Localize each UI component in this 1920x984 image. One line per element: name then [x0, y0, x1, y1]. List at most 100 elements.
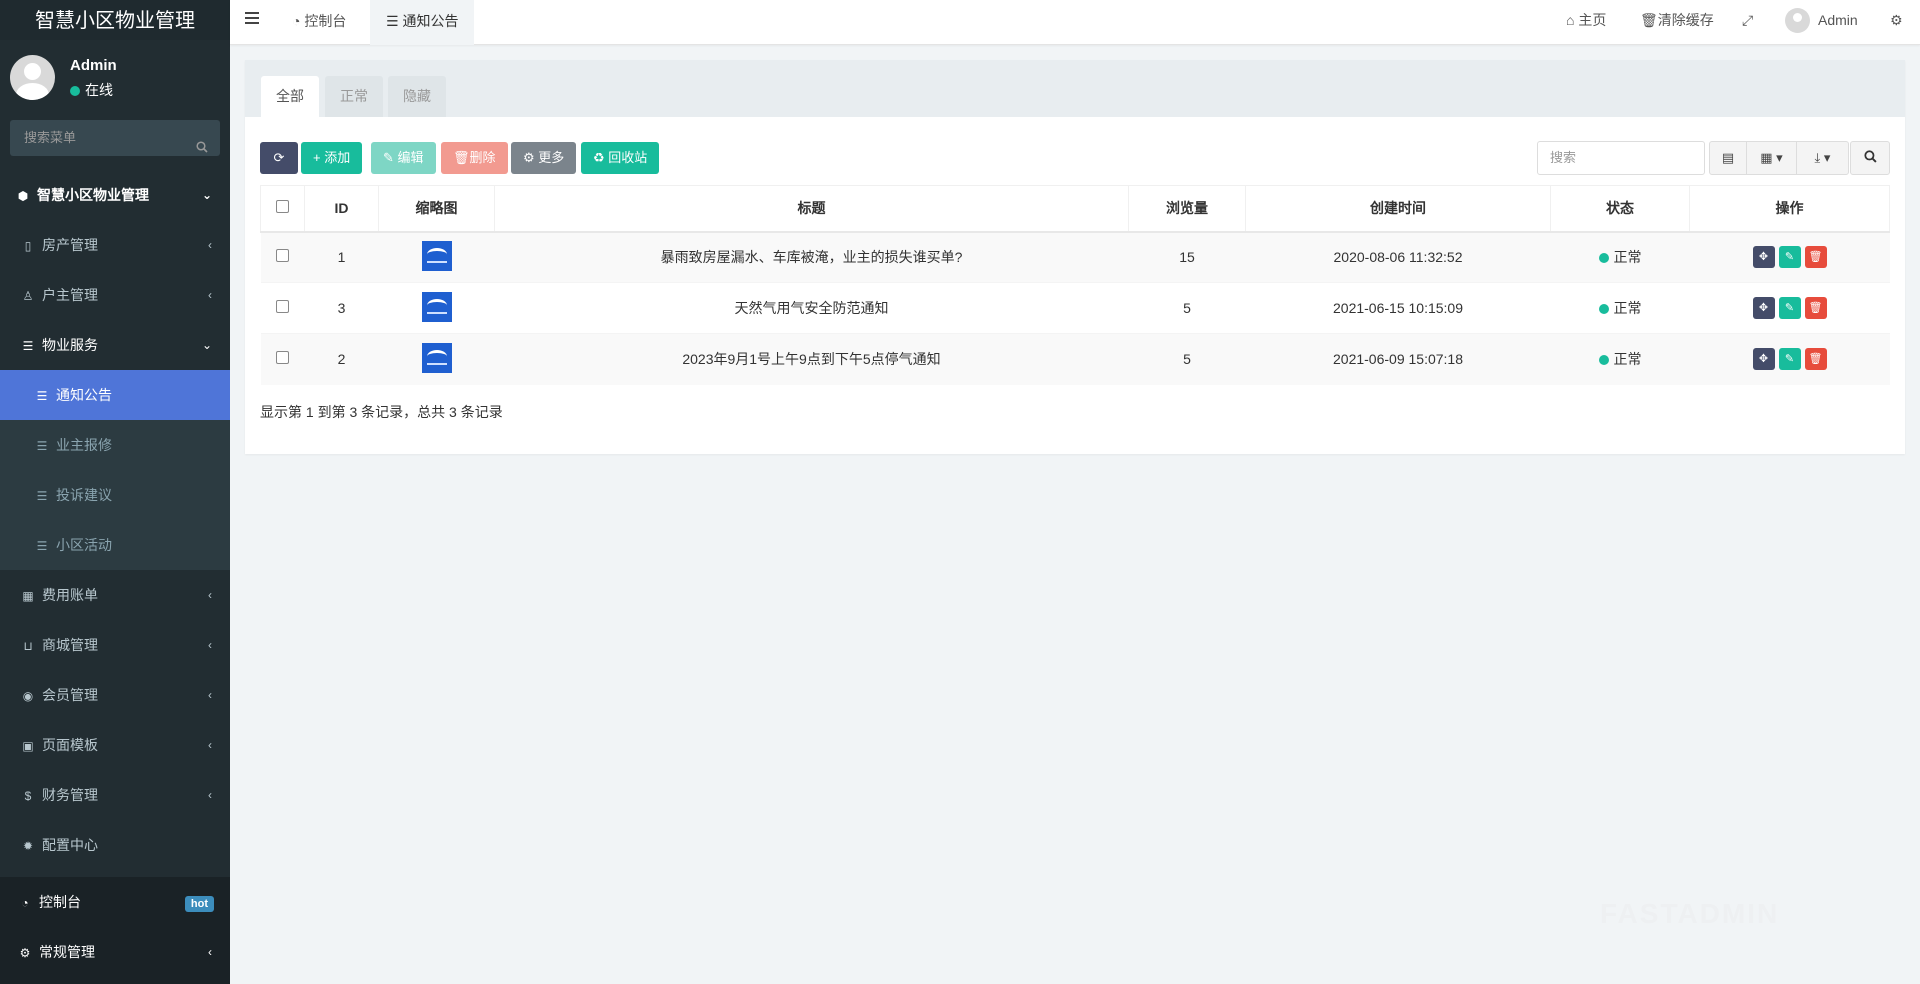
list-icon: ☰	[36, 389, 48, 403]
cogs-icon: ⚙	[19, 946, 31, 960]
row-checkbox[interactable]	[276, 351, 289, 365]
fullscreen-icon[interactable]: ⤢	[1742, 0, 1753, 42]
row-views: 5	[1128, 333, 1246, 385]
refresh-icon: ⟳	[273, 150, 285, 165]
sidebar-item-config[interactable]: ✹ 配置中心	[0, 820, 230, 870]
cogs-icon[interactable]: ⚙	[1890, 0, 1903, 42]
status-dot-icon	[1598, 304, 1609, 314]
gear-icon: ✹	[22, 839, 34, 853]
row-views: 5	[1128, 282, 1246, 334]
tab-dashboard[interactable]: ◔ 控制台	[276, 0, 362, 45]
delete-button[interactable]: 🗑删除	[441, 142, 508, 174]
recycle-icon: ♻	[593, 150, 609, 165]
thumbnail-image[interactable]	[421, 291, 452, 322]
col-title: 标题	[494, 185, 1129, 233]
row-status: 正常	[1550, 333, 1690, 385]
row-status: 正常	[1550, 231, 1690, 283]
chevron-left-icon: ‹	[208, 738, 212, 752]
row-delete-button[interactable]: 🗑	[1804, 297, 1827, 319]
row-edit-button[interactable]: ✎	[1778, 348, 1801, 371]
user-panel: Admin 在线	[0, 40, 230, 118]
hot-badge: hot	[184, 896, 214, 912]
export-button[interactable]: ⤓ ▾	[1797, 142, 1848, 174]
row-views: 15	[1128, 231, 1246, 283]
row-delete-button[interactable]: 🗑	[1804, 246, 1827, 269]
sidebar-item-owner[interactable]: ♙ 户主管理 ‹	[0, 270, 230, 320]
tab-hidden[interactable]: 隐藏	[388, 76, 446, 117]
list-icon: ☰	[36, 489, 48, 503]
sidebar-item-shop[interactable]: ⊔ 商城管理 ‹	[0, 620, 230, 670]
sidebar-item-property[interactable]: ▯ 房产管理 ‹	[0, 220, 230, 270]
columns-button[interactable]: ▦ ▾	[1747, 142, 1797, 174]
row-id: 1	[304, 231, 379, 283]
toggle-view-button[interactable]: ▤	[1710, 142, 1747, 174]
sidebar-item-service[interactable]: ☰ 物业服务 ⌄	[0, 320, 230, 370]
tab-all[interactable]: 全部	[261, 76, 319, 117]
col-id[interactable]: ID	[304, 185, 379, 233]
more-button[interactable]: ⚙ 更多	[511, 142, 577, 174]
row-select-cell	[260, 231, 305, 283]
tab-notice[interactable]: ☰ 通知公告	[370, 0, 475, 45]
trash-icon: 🗑	[453, 150, 470, 165]
thumbnail-image[interactable]	[421, 240, 452, 271]
watermark-logo: FASTADMIN	[1600, 898, 1780, 929]
row-checkbox[interactable]	[276, 300, 289, 313]
list-icon: ☰	[36, 439, 48, 453]
select-all-checkbox[interactable]	[276, 200, 289, 214]
recycle-button[interactable]: ♻ 回收站	[581, 142, 660, 174]
drag-sort-button[interactable]: ✥	[1752, 246, 1775, 269]
row-checkbox[interactable]	[276, 249, 289, 263]
row-thumb-cell	[378, 282, 495, 334]
table-search-input[interactable]: 搜索	[1537, 141, 1705, 175]
top-user-menu[interactable]: Admin	[1785, 0, 1858, 42]
table-row[interactable]: 2 2023年9月1号上午9点到下午5点停气通知 5 2021-06-09 15…	[260, 333, 1890, 385]
sidebar-item-template[interactable]: ▣ 页面模板 ‹	[0, 720, 230, 770]
top-avatar	[1785, 8, 1810, 33]
sidebar-item-complaint[interactable]: ☰ 投诉建议	[0, 470, 230, 520]
chevron-left-icon: ‹	[208, 688, 212, 702]
row-title: 天然气用气安全防范通知	[494, 282, 1129, 334]
search-icon[interactable]	[196, 131, 208, 167]
sidebar-bottom: ◔ 控制台 hot ⚙ 常规管理 ‹	[0, 877, 230, 984]
row-created: 2021-06-09 15:07:18	[1245, 333, 1551, 385]
chevron-left-icon: ‹	[208, 638, 212, 652]
tab-normal[interactable]: 正常	[325, 76, 383, 117]
sidebar-search-input[interactable]: 搜索菜单	[10, 120, 220, 156]
top-navbar: ◔ 控制台 ☰ 通知公告 ⌂ 主页 🗑清除缓存 ⤢ Admin ⚙	[230, 0, 1920, 45]
sidebar-item-bill[interactable]: ▦ 费用账单 ‹	[0, 570, 230, 620]
edit-button[interactable]: ✎ 编辑	[371, 142, 436, 174]
home-link[interactable]: ⌂ 主页	[1566, 0, 1606, 42]
col-created[interactable]: 创建时间	[1245, 185, 1551, 233]
list-icon: ☰	[386, 13, 403, 29]
menu-toggle-icon[interactable]	[245, 11, 259, 29]
thumbnail-image[interactable]	[421, 342, 452, 373]
app-logo[interactable]: 智慧小区物业管理	[0, 0, 230, 40]
calendar-icon: ▦	[22, 589, 34, 603]
sidebar-item-general[interactable]: ⚙ 常规管理 ‹	[0, 927, 230, 977]
sidebar-item-dashboard[interactable]: ◔ 控制台 hot	[0, 877, 230, 927]
table-row[interactable]: 1 暴雨致房屋漏水、车库被淹，业主的损失谁买单? 15 2020-08-06 1…	[260, 231, 1890, 283]
refresh-button[interactable]: ⟳	[260, 142, 298, 174]
sidebar-item-member[interactable]: ◉ 会员管理 ‹	[0, 670, 230, 720]
user-circle-icon: ◉	[22, 689, 34, 703]
list-alt-icon: ▤	[1721, 150, 1735, 165]
sidebar-item-community[interactable]: ⬢ 智慧小区物业管理 ⌄	[0, 170, 230, 220]
user-icon: ♙	[22, 289, 34, 303]
sidebar-item-activity[interactable]: ☰ 小区活动	[0, 520, 230, 570]
building-icon: ▯	[24, 239, 32, 253]
drag-sort-button[interactable]: ✥	[1752, 297, 1775, 319]
add-button[interactable]: + 添加	[301, 142, 363, 174]
drag-sort-button[interactable]: ✥	[1752, 348, 1775, 371]
table-row[interactable]: 3 天然气用气安全防范通知 5 2021-06-15 10:15:09 正常 ✥…	[260, 282, 1890, 334]
clear-cache-button[interactable]: 🗑清除缓存	[1640, 0, 1714, 42]
plus-icon: +	[313, 150, 325, 165]
table-search-button[interactable]	[1850, 141, 1890, 175]
sidebar-item-notice[interactable]: ☰ 通知公告	[0, 370, 230, 420]
row-edit-button[interactable]: ✎	[1778, 297, 1801, 319]
sidebar-item-repair[interactable]: ☰ 业主报修	[0, 420, 230, 470]
sidebar-item-finance[interactable]: $ 财务管理 ‹	[0, 770, 230, 820]
col-views[interactable]: 浏览量	[1128, 185, 1246, 233]
row-delete-button[interactable]: 🗑	[1804, 348, 1827, 371]
row-id: 2	[304, 333, 379, 385]
row-edit-button[interactable]: ✎	[1778, 246, 1801, 269]
